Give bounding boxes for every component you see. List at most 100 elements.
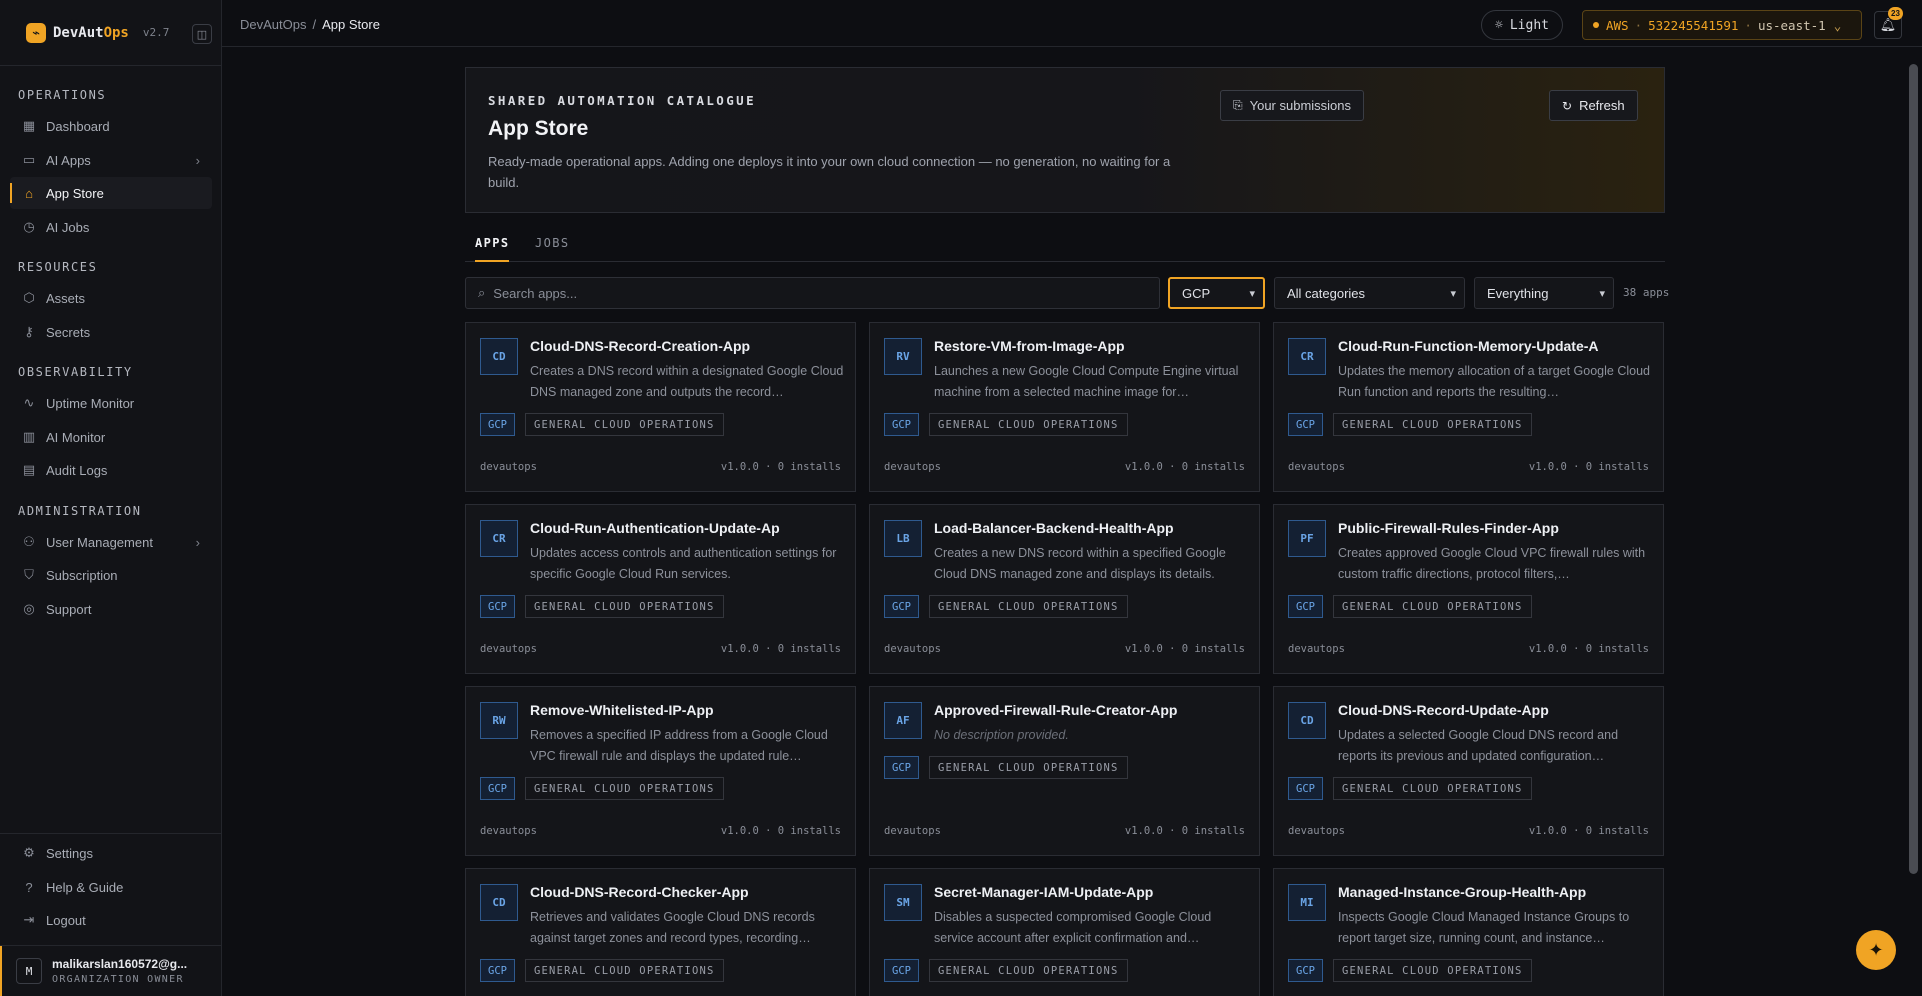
inbox-icon: ⎘ [1233,98,1243,112]
topbar: DevAutOps / App Store ☼ Light AWS · 5322455… [222,0,1922,47]
sidebar-item-ai-monitor[interactable]: ▥ AI Monitor [10,421,212,453]
app-title[interactable]: Load-Balancer-Backend-Health-App [934,520,1174,536]
category-tag: GENERAL CLOUD OPERATIONS [525,777,724,800]
scope-select[interactable]: Everything ▾ [1474,277,1614,309]
your-submissions-button[interactable]: ⎘ Your submissions [1220,90,1365,121]
sidebar-item-uptime-monitor[interactable]: ∿ Uptime Monitor [10,387,212,419]
sidebar-item-assets[interactable]: ⬡ Assets [10,282,212,314]
provider-tag: GCP [884,756,919,779]
sidebar-item-secrets[interactable]: ⚷ Secrets [10,316,212,348]
app-abbreviation: PF [1288,520,1326,557]
app-author: devautops [884,825,941,837]
assistant-fab-button[interactable]: ✦ [1856,930,1896,970]
app-description: Creates approved Google Cloud VPC firewa… [1338,546,1646,581]
app-title[interactable]: Cloud-Run-Function-Memory-Update-A [1338,338,1599,354]
app-description: Creates a DNS record within a designated… [530,364,844,399]
search-input[interactable] [493,285,1134,301]
tab-jobs[interactable]: JOBS [535,236,570,262]
app-title[interactable]: Restore-VM-from-Image-App [934,338,1125,354]
apps-count: 38 apps [1623,286,1670,299]
scrollbar[interactable] [1909,64,1918,874]
app-card[interactable]: CD Cloud-DNS-Record-Update-App Updates a s… [1273,686,1664,856]
app-description: Updates access controls and authenticati… [530,546,837,581]
sidebar-item-subscription[interactable]: ⛉ Subscription [10,559,212,591]
status-dot [1593,22,1599,28]
app-title[interactable]: Remove-Whitelisted-IP-App [530,702,714,718]
category-tag: GENERAL CLOUD OPERATIONS [1333,959,1532,982]
theme-toggle-button[interactable]: ☼ Light [1481,10,1563,40]
breadcrumb-root[interactable]: DevAutOps [240,17,306,32]
app-card[interactable]: CD Cloud-DNS-Record-Checker-App Retrieves … [465,868,856,996]
logout-icon: ⇥ [23,912,35,927]
app-description: Removes a specified IP address from a Go… [530,728,828,763]
app-abbreviation: AF [884,702,922,739]
section-resources: RESOURCES [18,260,98,274]
user-email: malikarslan160572@g... [52,957,188,971]
hero-banner: SHARED AUTOMATION CATALOGUE App Store Re… [465,67,1665,213]
app-card[interactable]: MI Managed-Instance-Group-Health-App Inspe… [1273,868,1664,996]
app-title[interactable]: Public-Firewall-Rules-Finder-App [1338,520,1559,536]
app-abbreviation: MI [1288,884,1326,921]
chevron-down-icon: ▾ [1249,287,1255,300]
app-title[interactable]: Cloud-DNS-Record-Creation-App [530,338,750,354]
sidebar-collapse-icon[interactable]: ◫ [192,24,212,44]
sidebar-item-ai-apps[interactable]: ▭ AI Apps › [10,144,212,176]
app-card[interactable]: PF Public-Firewall-Rules-Finder-App Create… [1273,504,1664,674]
app-card[interactable]: RV Restore-VM-from-Image-App Launches a ne… [869,322,1260,492]
app-abbreviation: RV [884,338,922,375]
brand-name: DevAutOps [53,24,129,41]
app-title[interactable]: Approved-Firewall-Rule-Creator-App [934,702,1177,718]
sidebar: ⌁ DevAutOps v2.7 ◫ OPERATIONS ▦ Dashboard… [0,0,222,996]
app-title[interactable]: Cloud-DNS-Record-Update-App [1338,702,1549,718]
app-description: No description provided. [934,728,1069,742]
brand[interactable]: ⌁ DevAutOps v2.7 ◫ [0,0,222,66]
sidebar-item-support[interactable]: ◎ Support [10,593,212,625]
app-card[interactable]: CR Cloud-Run-Authentication-Update-Ap Upda… [465,504,856,674]
app-description: Inspects Google Cloud Managed Instance G… [1338,910,1630,945]
clipboard-icon: ▤ [22,462,36,477]
app-abbreviation: CD [480,884,518,921]
cloud-connection-selector[interactable]: AWS · 532245541591 · us-east-1 ⌄ [1582,10,1862,40]
refresh-button[interactable]: ↻ Refresh [1549,90,1638,121]
sidebar-item-audit-logs[interactable]: ▤ Audit Logs [10,454,212,486]
sidebar-item-ai-jobs[interactable]: ◷ AI Jobs [10,211,212,243]
tab-apps[interactable]: APPS [475,236,509,262]
app-description: Disables a suspected compromised Google … [934,910,1212,945]
user-profile[interactable]: M malikarslan160572@g... ORGANIZATION OW… [0,946,222,996]
search-icon: ⌕ [478,285,486,300]
sidebar-item-help-guide[interactable]: ? Help & Guide [10,871,212,903]
sidebar-divider [0,833,222,834]
brand-logo-icon: ⌁ [26,22,46,43]
category-tag: GENERAL CLOUD OPERATIONS [525,959,724,982]
app-title[interactable]: Secret-Manager-IAM-Update-App [934,884,1153,900]
app-card[interactable]: CD Cloud-DNS-Record-Creation-App Creates a… [465,322,856,492]
app-description: Creates a new DNS record within a specif… [934,546,1226,581]
app-card[interactable]: LB Load-Balancer-Backend-Health-App Create… [869,504,1260,674]
app-title[interactable]: Cloud-DNS-Record-Checker-App [530,884,749,900]
search-box: ⌕ [465,277,1160,309]
sidebar-item-settings[interactable]: ⚙ Settings [10,837,212,869]
app-title[interactable]: Cloud-Run-Authentication-Update-Ap [530,520,780,536]
app-title[interactable]: Managed-Instance-Group-Health-App [1338,884,1586,900]
app-card[interactable]: SM Secret-Manager-IAM-Update-App Disables … [869,868,1260,996]
app-version-installs: v1.0.0 · 0 installs [1124,461,1245,473]
app-card[interactable]: AF Approved-Firewall-Rule-Creator-App No d… [869,686,1260,856]
app-abbreviation: CR [1288,338,1326,375]
app-author: devautops [1288,643,1345,655]
hero-eyebrow: SHARED AUTOMATION CATALOGUE [488,93,756,108]
chevron-down-icon: ⌄ [1833,17,1842,33]
category-select[interactable]: All categories ▾ [1274,277,1465,309]
provider-tag: GCP [884,413,919,436]
category-tag: GENERAL CLOUD OPERATIONS [929,595,1128,618]
category-tag: GENERAL CLOUD OPERATIONS [929,413,1128,436]
sidebar-item-user-management[interactable]: ⚇ User Management › [10,526,212,558]
section-observability: OBSERVABILITY [18,365,133,379]
sidebar-item-app-store[interactable]: ⌂ App Store [10,177,212,209]
app-version-installs: v1.0.0 · 0 installs [720,461,841,473]
app-card[interactable]: CR Cloud-Run-Function-Memory-Update-A Upda… [1273,322,1664,492]
sidebar-item-logout[interactable]: ⇥ Logout [10,904,212,936]
provider-select[interactable]: GCP ▾ [1168,277,1265,309]
app-card[interactable]: RW Remove-Whitelisted-IP-App Removes a spe… [465,686,856,856]
category-tag: GENERAL CLOUD OPERATIONS [1333,413,1532,436]
sidebar-item-dashboard[interactable]: ▦ Dashboard [10,110,212,142]
